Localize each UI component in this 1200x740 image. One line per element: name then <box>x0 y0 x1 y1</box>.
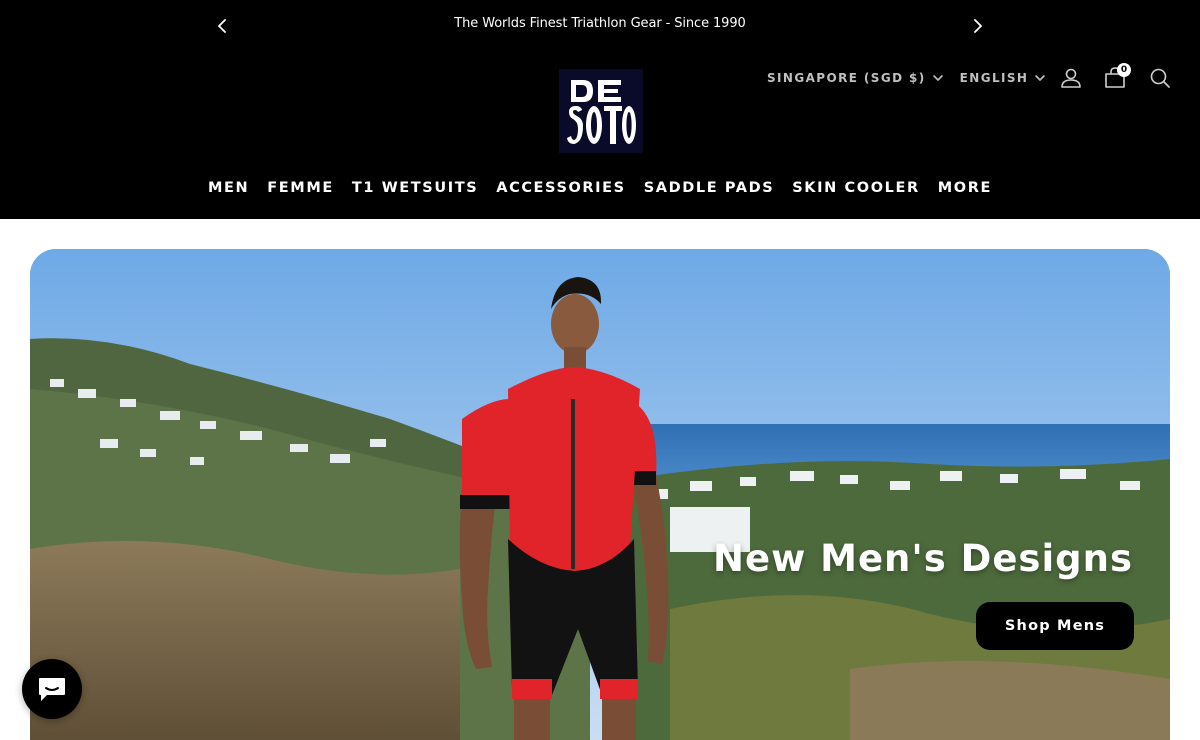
chevron-down-icon <box>932 75 943 81</box>
nav-item-t1-wetsuits[interactable]: T1 WETSUITS <box>343 180 487 196</box>
announcement-next-button[interactable] <box>966 14 990 38</box>
nav-item-accessories[interactable]: ACCESSORIES <box>487 180 634 196</box>
announcement-text: The Worlds Finest Triathlon Gear - Since… <box>454 16 746 31</box>
language-selector-label: ENGLISH <box>959 71 1029 85</box>
hero-title: New Men's Designs <box>713 537 1133 580</box>
chat-icon <box>39 678 65 701</box>
locale-selectors: SINGAPORE (SGD $) ENGLISH <box>767 66 1046 90</box>
search-button[interactable] <box>1148 66 1172 90</box>
chat-button[interactable] <box>22 659 82 719</box>
hero-image <box>30 249 1170 740</box>
desoto-logo-mark <box>567 80 636 144</box>
search-icon <box>1150 68 1170 88</box>
nav-item-femme[interactable]: FEMME <box>258 180 343 196</box>
nav-item-saddle-pads[interactable]: SADDLE PADS <box>635 180 784 196</box>
chevron-down-icon <box>1035 75 1046 81</box>
cart-button[interactable]: 0 <box>1103 63 1131 90</box>
nav-item-more[interactable]: MORE <box>929 180 1001 196</box>
user-icon <box>1061 68 1081 88</box>
hero-banner[interactable]: New Men's Designs Shop Mens <box>30 249 1170 740</box>
account-button[interactable] <box>1059 66 1083 90</box>
shop-mens-button[interactable]: Shop Mens <box>976 602 1134 650</box>
brand-logo[interactable] <box>559 69 643 153</box>
nav-item-skin-cooler[interactable]: SKIN COOLER <box>783 180 928 196</box>
main-nav: MEN FEMME T1 WETSUITS ACCESSORIES SADDLE… <box>0 180 1200 196</box>
country-selector-label: SINGAPORE (SGD $) <box>767 71 926 85</box>
nav-item-men[interactable]: MEN <box>199 180 258 196</box>
site-header: The Worlds Finest Triathlon Gear - Since… <box>0 0 1200 219</box>
language-selector[interactable]: ENGLISH <box>960 71 1047 85</box>
cart-count-badge: 0 <box>1117 63 1131 77</box>
chevron-right-icon <box>974 19 982 33</box>
country-selector[interactable]: SINGAPORE (SGD $) <box>767 71 944 85</box>
